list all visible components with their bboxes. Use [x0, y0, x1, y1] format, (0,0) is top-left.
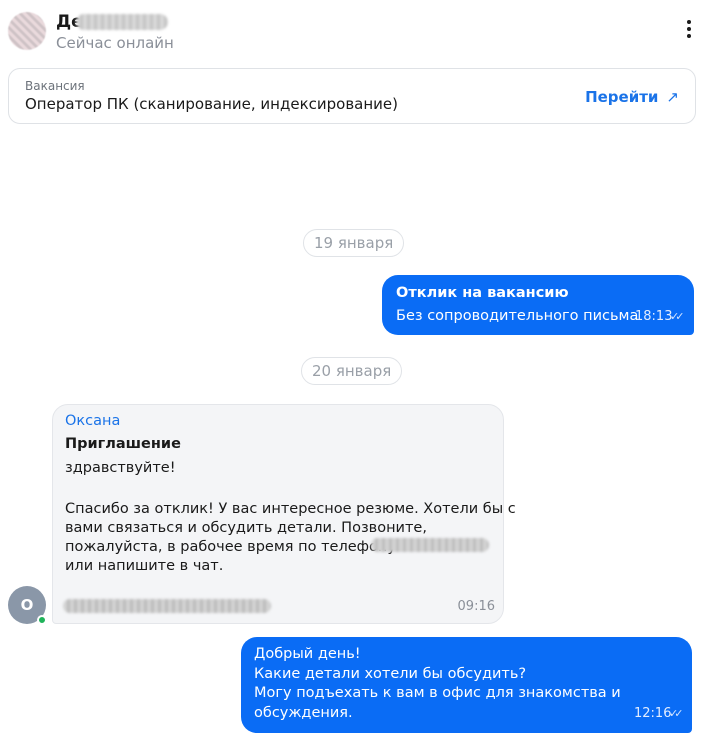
message-line: или напишите в чат.	[65, 558, 224, 574]
message-line: Спасибо за отклик! У вас интересное резю…	[65, 501, 516, 517]
go-to-vacancy-link[interactable]: Перейти ↗	[585, 88, 679, 106]
message-line: вами связаться и обсудить детали. Позвон…	[65, 520, 427, 536]
read-checkmarks-icon: ✓✓	[670, 310, 685, 323]
message-line: Добрый день!	[254, 646, 361, 662]
redacted-phone	[371, 538, 489, 552]
sender-name[interactable]: Оксана	[65, 413, 120, 429]
contact-avatar[interactable]	[8, 12, 46, 50]
redacted-signature	[63, 599, 271, 613]
date-separator: 19 января	[303, 229, 405, 257]
message-time: 12:16	[634, 706, 672, 721]
message-time: 09:16	[457, 599, 495, 614]
message-line: Могу подъехать к вам в офис для знакомст…	[254, 685, 621, 701]
vacancy-title: Оператор ПК (сканирование, индексировани…	[25, 95, 398, 113]
message-line: Какие детали хотели бы обсудить?	[254, 666, 527, 682]
message-text: Без сопроводительного письма	[396, 308, 639, 324]
date-separator: 20 января	[301, 357, 403, 385]
outgoing-message: Отклик на вакансию Без сопроводительного…	[382, 275, 694, 335]
read-checkmarks-icon: ✓✓	[669, 707, 684, 720]
redacted-name	[76, 14, 168, 30]
message-time: 18:13	[635, 309, 673, 324]
vacancy-label: Вакансия	[25, 79, 85, 93]
go-to-vacancy-label: Перейти	[585, 88, 659, 106]
message-title: Приглашение	[65, 436, 181, 452]
incoming-message: Оксана Приглашение здравствуйте! Спасибо…	[52, 404, 516, 624]
vacancy-card[interactable]: Вакансия Оператор ПК (сканирование, инде…	[8, 68, 696, 124]
online-indicator	[37, 615, 47, 625]
external-arrow-icon: ↗	[666, 88, 679, 106]
message-line: обсуждения.	[254, 705, 353, 721]
message-line: пожалуйста, в рабочее время по телефону	[65, 539, 396, 555]
online-status: Сейчас онлайн	[56, 34, 174, 52]
chat-header: Де Сейчас онлайн	[0, 0, 706, 60]
message-title: Отклик на вакансию	[396, 285, 569, 301]
more-vertical-icon[interactable]	[684, 20, 694, 42]
outgoing-message: Добрый день! Какие детали хотели бы обсу…	[241, 637, 692, 733]
message-line: здравствуйте!	[65, 460, 176, 476]
